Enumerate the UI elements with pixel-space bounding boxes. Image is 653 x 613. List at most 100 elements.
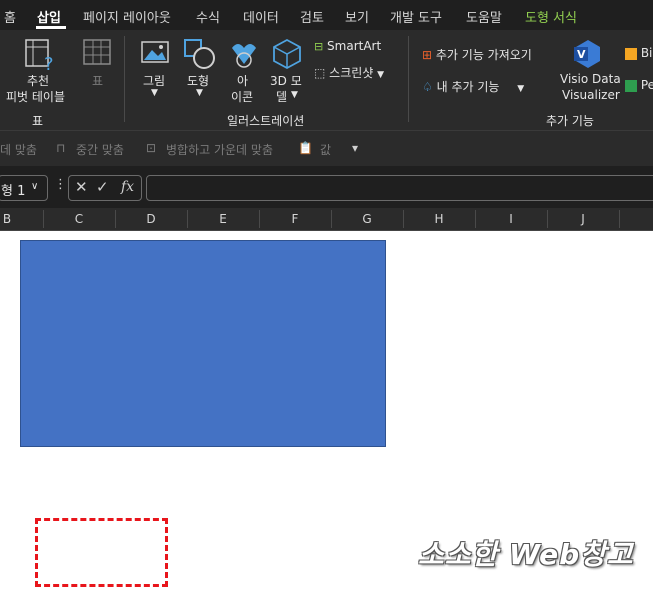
smartart-label: SmartArt: [327, 39, 382, 53]
worksheet-grid[interactable]: 소소한 Web창고: [0, 231, 653, 613]
tab-view[interactable]: 보기: [345, 7, 369, 26]
rectangle-shape[interactable]: [20, 240, 386, 447]
cancel-icon[interactable]: ✕: [75, 178, 88, 196]
pivot-table-icon: ?: [25, 39, 54, 75]
paste-values-button[interactable]: 값: [320, 141, 331, 158]
visio-data-visualizer-button[interactable]: V: [572, 38, 604, 71]
name-box[interactable]: 형 1 ∨: [0, 175, 48, 201]
people-label: Pe: [640, 78, 653, 92]
insert-function-button[interactable]: fx: [121, 179, 134, 195]
quick-toolbar: 데 맞춤 ⊓ 중간 맞춤 ⊡ 병합하고 가운데 맞춤 📋 값 ▾: [0, 130, 653, 167]
tab-review[interactable]: 검토: [300, 7, 324, 26]
more-options-icon[interactable]: ⋮: [54, 177, 67, 192]
people-graph-button[interactable]: Pe: [625, 78, 653, 92]
customize-toolbar-icon[interactable]: ▾: [352, 141, 358, 155]
my-addins-button[interactable]: ♤ 내 추가 기능 ▼: [422, 78, 524, 95]
picture-button[interactable]: [140, 38, 170, 71]
bing-maps-button[interactable]: Bi: [625, 46, 652, 60]
formula-input[interactable]: [146, 175, 653, 201]
visio-label-line1: Visio Data: [560, 72, 621, 86]
column-divider[interactable]: [547, 210, 548, 228]
addins-icon: ♤: [422, 80, 433, 94]
merge-center-button[interactable]: 병합하고 가운데 맞춤: [166, 141, 273, 158]
chevron-down-icon: ▼: [196, 88, 203, 98]
screenshot-icon: ⬚: [314, 66, 326, 80]
active-tab-underline: [36, 26, 66, 29]
column-divider[interactable]: [619, 210, 620, 228]
chevron-down-icon: ▼: [151, 88, 158, 98]
column-divider[interactable]: [43, 210, 44, 228]
middle-align-button[interactable]: 중간 맞춤: [76, 141, 124, 158]
icons-button[interactable]: [228, 38, 258, 73]
highlight-box: [35, 518, 168, 587]
column-header[interactable]: B: [0, 212, 17, 226]
table-label: 표: [92, 74, 104, 88]
tab-insert[interactable]: 삽입: [37, 7, 61, 26]
menu-bar: 홈 삽입 페이지 레이아웃 수식 데이터 검토 보기 개발 도구 도움말 도형 …: [0, 0, 653, 30]
smartart-button[interactable]: ⊟ SmartArt: [314, 39, 381, 53]
svg-text:?: ?: [44, 54, 54, 72]
icons-icon: [232, 44, 256, 68]
column-divider[interactable]: [403, 210, 404, 228]
table-icon: [83, 39, 111, 65]
group-divider: [408, 36, 409, 122]
column-header[interactable]: H: [429, 212, 449, 226]
group-label-table: 표: [32, 114, 44, 128]
formula-bar: 형 1 ∨ ⋮ ✕ ✓ fx: [0, 166, 653, 208]
cube-icon: [273, 38, 301, 70]
chevron-down-icon: ▼: [377, 70, 385, 80]
tab-shape-format[interactable]: 도형 서식: [525, 7, 577, 26]
tab-home[interactable]: 홈: [4, 7, 16, 26]
group-label-addins: 추가 기능: [546, 114, 594, 128]
tab-formulas[interactable]: 수식: [196, 7, 220, 26]
ribbon: ? 추천 피벗 테이블 표 표 그림 ▼ 도형 ▼ 아 이콘 3D 모 델 ▼ …: [0, 30, 653, 130]
shapes-label: 도형: [187, 74, 210, 88]
3d-models-label-line1: 3D 모: [270, 74, 302, 88]
pivot-label-line2: 피벗 테이블: [6, 90, 66, 104]
name-box-value: 형 1: [1, 184, 26, 199]
middle-align-icon: ⊓: [56, 141, 66, 155]
people-icon: [625, 79, 637, 92]
tab-help[interactable]: 도움말: [466, 7, 502, 26]
tab-developer[interactable]: 개발 도구: [390, 7, 442, 26]
shapes-button[interactable]: [184, 38, 216, 73]
confirm-icon[interactable]: ✓: [96, 178, 109, 196]
column-header[interactable]: G: [357, 212, 377, 226]
bing-icon: [625, 47, 637, 60]
column-header[interactable]: I: [501, 212, 521, 226]
paste-values-icon: 📋: [298, 141, 313, 155]
column-headers: B C D E F G H I J: [0, 208, 653, 231]
recommended-pivot-button[interactable]: ?: [18, 36, 60, 75]
align-center-button[interactable]: 데 맞춤: [0, 141, 37, 158]
pivot-label-line1: 추천: [27, 74, 50, 88]
column-header[interactable]: F: [285, 212, 305, 226]
table-button[interactable]: [82, 38, 112, 71]
picture-label: 그림: [143, 74, 166, 88]
column-divider[interactable]: [259, 210, 260, 228]
chevron-down-icon: ∨: [31, 181, 39, 192]
my-addins-label: 내 추가 기능: [436, 80, 500, 94]
group-divider: [124, 36, 125, 122]
column-header[interactable]: J: [573, 212, 593, 226]
tab-data[interactable]: 데이터: [243, 7, 279, 26]
column-header[interactable]: E: [213, 212, 233, 226]
tab-page-layout[interactable]: 페이지 레이아웃: [83, 7, 171, 26]
picture-icon: [141, 41, 169, 63]
visio-icon: V: [574, 40, 600, 68]
column-divider[interactable]: [115, 210, 116, 228]
group-label-illustrations: 일러스트레이션: [227, 114, 305, 128]
screenshot-button[interactable]: ⬚ 스크린샷 ▼: [314, 64, 384, 81]
visio-label-line2: Visualizer: [562, 88, 620, 102]
get-addins-button[interactable]: ⊞ 추가 기능 가져오기: [422, 46, 532, 63]
formula-buttons: ✕ ✓ fx: [68, 175, 142, 201]
watermark: 소소한 Web창고: [418, 538, 634, 571]
column-divider[interactable]: [475, 210, 476, 228]
svg-text:V: V: [577, 48, 586, 61]
column-divider[interactable]: [331, 210, 332, 228]
smartart-icon: ⊟: [314, 40, 324, 53]
column-divider[interactable]: [187, 210, 188, 228]
chevron-down-icon: ▼: [291, 90, 298, 100]
3d-models-button[interactable]: [272, 38, 302, 73]
column-header[interactable]: C: [69, 212, 89, 226]
column-header[interactable]: D: [141, 212, 161, 226]
